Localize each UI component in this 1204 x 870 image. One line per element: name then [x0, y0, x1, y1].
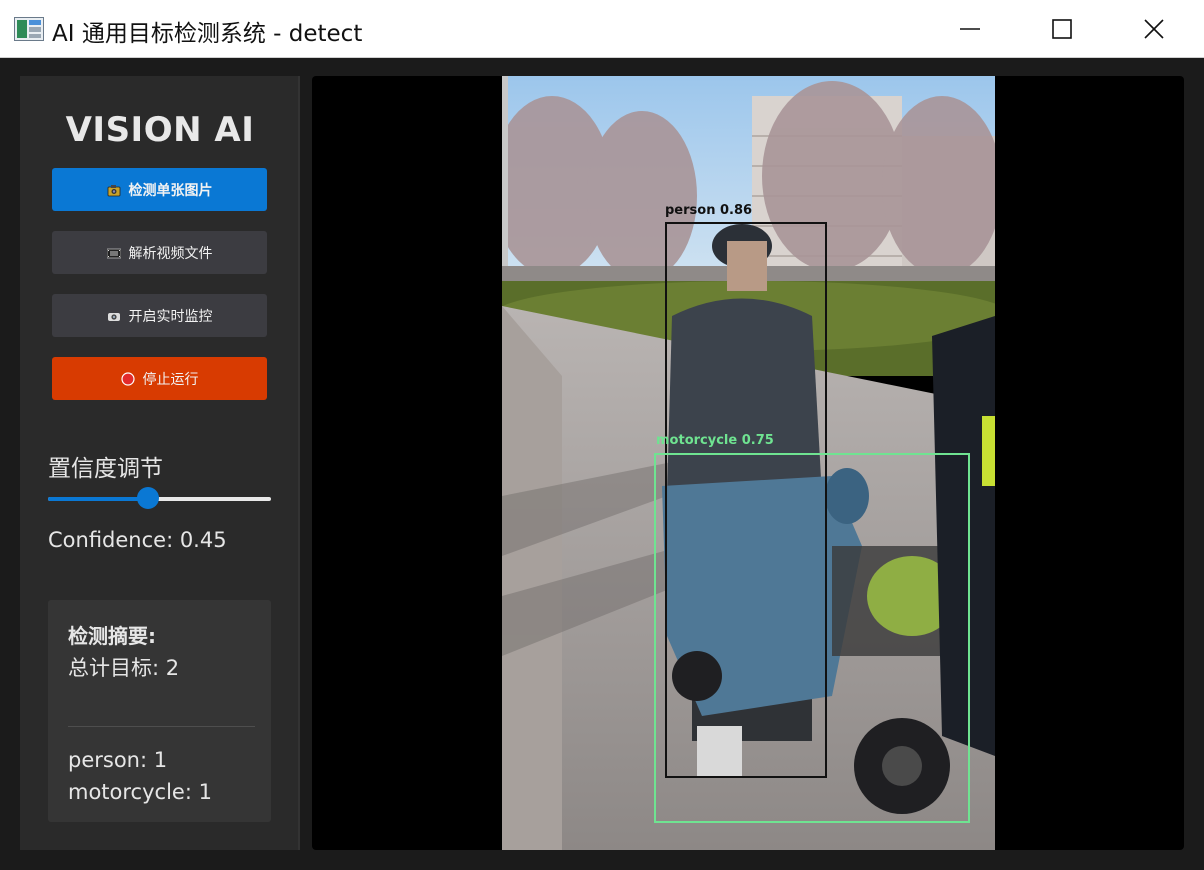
- detection-summary-panel: 检测摘要: 总计目标: 2 person: 1 motorcycle: 1: [48, 600, 271, 822]
- slider-handle[interactable]: [137, 487, 160, 509]
- title-bar[interactable]: AI 通用目标检测系统 - detect: [0, 0, 1204, 58]
- summary-total: 总计目标: 2: [68, 656, 180, 680]
- app-logo-icon: [14, 17, 44, 41]
- confidence-slider[interactable]: [48, 487, 271, 509]
- control-sidebar: VISION AI 检测单张图片 解析视频文件 开启实时监控 停止运行 置信度调…: [20, 76, 300, 850]
- app-window: AI 通用目标检测系统 - detect VISION AI 检测单张图片 解析…: [0, 0, 1204, 870]
- detection-image: person 0.86 motorcycle 0.75: [502, 76, 995, 850]
- maximize-icon: [1052, 19, 1072, 39]
- summary-class-person: person: 1: [68, 748, 168, 772]
- minimize-button[interactable]: [924, 0, 1016, 58]
- parse-video-label: 解析视频文件: [128, 245, 213, 262]
- summary-divider: [68, 726, 255, 727]
- brand-title: VISION AI: [65, 110, 255, 150]
- motorcycle-bounding-box: [654, 453, 970, 823]
- slider-fill: [48, 497, 149, 501]
- motorcycle-detection-label: motorcycle 0.75: [656, 433, 774, 448]
- confidence-value: Confidence: 0.45: [48, 528, 227, 552]
- detect-image-button[interactable]: 检测单张图片: [52, 168, 267, 211]
- close-icon: [1144, 19, 1164, 39]
- person-detection-label: person 0.86: [665, 203, 753, 218]
- camera-lens-icon: [107, 309, 121, 323]
- minimize-icon: [960, 28, 980, 30]
- maximize-button[interactable]: [1016, 0, 1108, 58]
- realtime-monitor-label: 开启实时监控: [128, 308, 213, 325]
- summary-class-motorcycle: motorcycle: 1: [68, 780, 212, 804]
- camera-icon: [107, 183, 121, 197]
- stop-button[interactable]: 停止运行: [52, 357, 267, 400]
- film-icon: [106, 246, 121, 260]
- stop-label: 停止运行: [142, 371, 199, 388]
- close-button[interactable]: [1108, 0, 1200, 58]
- detect-image-label: 检测单张图片: [128, 182, 213, 199]
- window-title: AI 通用目标检测系统 - detect: [52, 21, 363, 47]
- detection-viewer: person 0.86 motorcycle 0.75: [312, 76, 1184, 850]
- realtime-monitor-button[interactable]: 开启实时监控: [52, 294, 267, 337]
- stop-circle-icon: [120, 371, 135, 386]
- confidence-title: 置信度调节: [48, 456, 163, 482]
- parse-video-button[interactable]: 解析视频文件: [52, 231, 267, 274]
- summary-title: 检测摘要:: [68, 624, 156, 648]
